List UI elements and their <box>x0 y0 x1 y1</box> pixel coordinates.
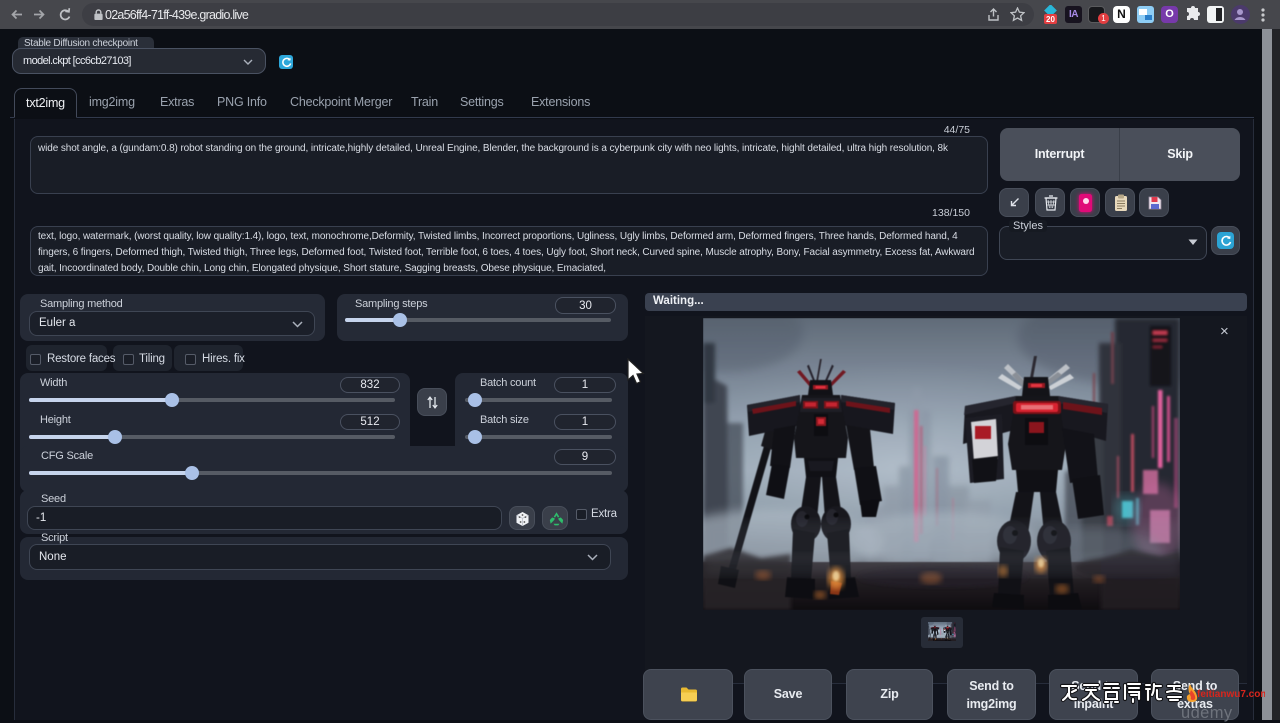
svg-text:feitianwu7.com: feitianwu7.com <box>1197 689 1265 700</box>
svg-text:20: 20 <box>1046 15 1055 24</box>
